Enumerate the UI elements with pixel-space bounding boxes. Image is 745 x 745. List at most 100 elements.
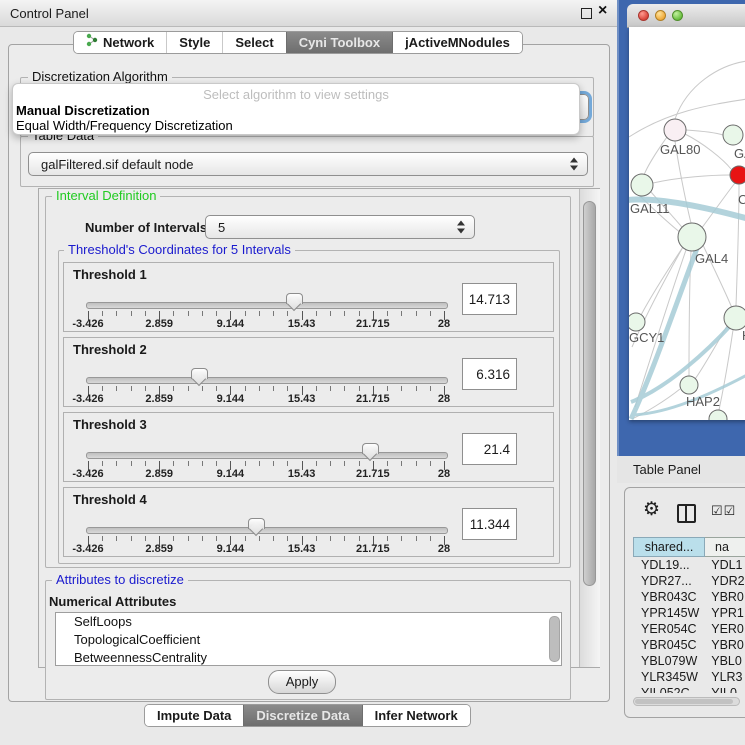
tick-mark: [216, 536, 217, 541]
tick-mark: [259, 536, 260, 541]
vertical-scrollbar[interactable]: [579, 189, 600, 667]
table-row[interactable]: YLR345WYLR3: [633, 669, 745, 685]
tick-mark: [131, 461, 132, 466]
network-node-gal80[interactable]: [664, 119, 686, 141]
cell-name: YER0: [705, 621, 745, 637]
slider-handle[interactable]: [286, 293, 303, 304]
node-label: GCY1: [629, 330, 664, 345]
network-node-hap2[interactable]: [680, 376, 698, 394]
horizontal-scrollbar[interactable]: [633, 697, 740, 706]
algorithm-placeholder: Select algorithm to view settings: [13, 87, 579, 102]
cell-shared-name: YBR043C: [633, 589, 705, 605]
tick-label: 15.43: [288, 468, 316, 480]
minimize-traffic-light-icon[interactable]: [655, 10, 666, 21]
tick-mark: [216, 311, 217, 316]
table-row[interactable]: YPR145WYPR1: [633, 605, 745, 621]
tab-jactivemnodules[interactable]: jActiveMNodules: [392, 32, 522, 53]
table-row[interactable]: YDL19...YDL1: [633, 557, 745, 573]
table-row[interactable]: YBR043CYBR0: [633, 589, 745, 605]
float-window-icon[interactable]: [581, 8, 592, 19]
tick-mark: [188, 461, 189, 466]
network-node[interactable]: [709, 410, 727, 420]
tab-discretize-data[interactable]: Discretize Data: [243, 705, 361, 726]
tab-network[interactable]: Network: [74, 32, 166, 53]
attribute-list-item[interactable]: BetweennessCentrality: [56, 649, 561, 666]
threshold-panel-2: Threshold 2-3.4262.8599.14415.4321.71528…: [63, 337, 554, 407]
column-header-name[interactable]: na: [705, 537, 745, 557]
table-row[interactable]: YER054CYER0: [633, 621, 745, 637]
close-icon[interactable]: ×: [598, 2, 607, 20]
threshold-label: Threshold 3: [73, 417, 147, 432]
tab-label: Impute Data: [157, 705, 231, 726]
table-row[interactable]: YBL079WYBL0: [633, 653, 745, 669]
network-node-ga[interactable]: [723, 125, 743, 145]
tick-mark: [401, 461, 402, 466]
tab-infer-network[interactable]: Infer Network: [362, 705, 470, 726]
threshold-value-field[interactable]: 21.4: [462, 433, 517, 465]
slider-track[interactable]: [86, 527, 448, 534]
close-traffic-light-icon[interactable]: [638, 10, 649, 21]
tick-mark: [316, 536, 317, 541]
slider-track[interactable]: [86, 302, 448, 309]
tab-select[interactable]: Select: [222, 32, 285, 53]
tab-label: Discretize Data: [256, 705, 349, 726]
tick-mark: [116, 536, 117, 541]
threshold-value-field[interactable]: 6.316: [462, 358, 517, 390]
tick-mark: [173, 461, 174, 466]
tick-mark: [202, 386, 203, 391]
tick-mark: [202, 536, 203, 541]
column-header-shared[interactable]: shared...: [633, 537, 705, 557]
threshold-value-field[interactable]: 14.713: [462, 283, 517, 315]
tick-mark: [387, 386, 388, 391]
list-scrollbar[interactable]: [548, 615, 559, 663]
vertical-scrollbar-thumb[interactable]: [583, 201, 596, 586]
table-row[interactable]: YIL052CYIL0: [633, 685, 745, 693]
attribute-list-item[interactable]: SelfLoops: [56, 613, 561, 631]
threshold-value-field[interactable]: 11.344: [462, 508, 517, 540]
network-node-gal11[interactable]: [631, 174, 653, 196]
numerical-attributes-list[interactable]: SelfLoopsTopologicalCoefficientBetweenne…: [55, 612, 562, 666]
attribute-list-item[interactable]: TopologicalCoefficient: [56, 631, 561, 649]
tick-mark: [116, 461, 117, 466]
slider-track[interactable]: [86, 452, 448, 459]
slider-handle[interactable]: [248, 518, 265, 529]
algorithm-dropdown-popup: Select algorithm to view settings Manual…: [12, 83, 580, 135]
tick-mark: [216, 386, 217, 391]
slider-handle[interactable]: [191, 368, 208, 379]
table-data-combobox[interactable]: galFiltered.sif default node: [28, 152, 588, 176]
table-row[interactable]: YDR27...YDR2: [633, 573, 745, 589]
algorithm-option-equal-width[interactable]: Equal Width/Frequency Discretization: [16, 118, 233, 133]
list-scrollbar-thumb[interactable]: [549, 616, 560, 662]
tab-style[interactable]: Style: [166, 32, 222, 53]
tick-mark: [359, 386, 360, 391]
network-window-titlebar[interactable]: [627, 4, 745, 28]
zoom-traffic-light-icon[interactable]: [672, 10, 683, 21]
network-node-c[interactable]: [730, 166, 745, 184]
table-row[interactable]: YBR045CYBR0: [633, 637, 745, 653]
cell-shared-name: YLR345W: [633, 669, 705, 685]
checkbox-icons[interactable]: ☑☑: [711, 503, 736, 519]
tick-mark: [188, 536, 189, 541]
column-split-icon[interactable]: [677, 504, 696, 523]
algorithm-option-manual[interactable]: Manual Discretization: [16, 103, 150, 118]
network-node-h[interactable]: [724, 306, 745, 330]
tab-impute-data[interactable]: Impute Data: [145, 705, 243, 726]
tick-mark: [430, 386, 431, 391]
slider-track[interactable]: [86, 377, 448, 384]
tab-cyni-toolbox[interactable]: Cyni Toolbox: [286, 32, 392, 53]
tick-mark: [202, 461, 203, 466]
threshold-panel-1: Threshold 1-3.4262.8599.14415.4321.71528…: [63, 262, 554, 332]
slider-handle[interactable]: [362, 443, 379, 454]
horizontal-scrollbar-thumb[interactable]: [635, 699, 733, 704]
apply-button[interactable]: Apply: [268, 670, 336, 694]
network-node-gcy1[interactable]: [629, 313, 645, 331]
tick-mark: [173, 311, 174, 316]
table-panel-titlebar: Table Panel: [617, 456, 745, 483]
network-canvas[interactable]: GAL80GACGAL11GAL4GCY1HHAP2: [629, 27, 745, 420]
tick-mark: [344, 461, 345, 466]
number-of-intervals-combobox[interactable]: 5: [205, 215, 475, 239]
network-node-gal4[interactable]: [678, 223, 706, 251]
node-label: GA: [734, 146, 745, 161]
threshold-label: Threshold 1: [73, 267, 147, 282]
settings-gear-icon[interactable]: ⚙: [643, 500, 660, 519]
